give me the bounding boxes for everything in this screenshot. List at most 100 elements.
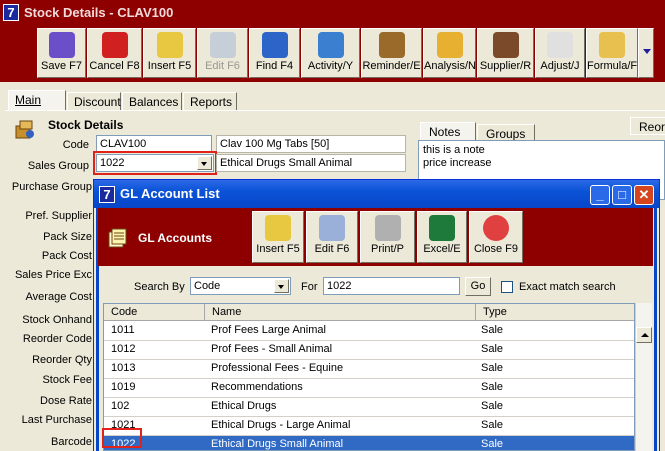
insert-f5-button[interactable]: Insert F5 xyxy=(143,28,196,78)
column-header-code[interactable]: Code xyxy=(104,304,205,321)
table-row[interactable]: 1013 Professional Fees - Equine Sale xyxy=(104,360,634,379)
search-by-label: Search By xyxy=(134,281,185,293)
tab-label: Reports xyxy=(190,95,233,109)
close-icon: ✕ xyxy=(638,187,650,202)
search-by-select[interactable]: Code xyxy=(190,277,291,295)
cell-code: 102 xyxy=(111,400,130,412)
search-input[interactable]: 1022 xyxy=(323,277,460,295)
sales-group-desc: Ethical Drugs Small Animal xyxy=(216,154,406,172)
formula-f-button[interactable]: Formula/F xyxy=(586,28,638,78)
save-icon xyxy=(48,32,75,58)
dialog-title-bar[interactable]: 7 GL Account List _ □ ✕ xyxy=(94,180,659,208)
close-button[interactable]: ✕ xyxy=(634,185,654,205)
code-label: Code xyxy=(62,139,89,151)
toolbar-button-label: Save F7 xyxy=(41,60,82,72)
supplier-r-button[interactable]: Supplier/R xyxy=(477,28,534,78)
field-label: Pack Size xyxy=(43,231,92,243)
main-title-bar: 7 Stock Details - CLAV100 xyxy=(0,0,665,26)
cell-type: Sale xyxy=(481,343,504,355)
toolbar-button-label: Edit F6 xyxy=(314,243,350,255)
tab-reorder[interactable]: Reord xyxy=(630,117,665,135)
printer-icon xyxy=(374,215,401,241)
tab-label: Main xyxy=(15,93,42,107)
adjust-icon xyxy=(547,32,573,58)
exact-match-checkbox[interactable] xyxy=(501,281,513,293)
field-label: Sales Price Exc xyxy=(14,269,92,281)
tab-balances[interactable]: Balances xyxy=(122,92,182,110)
cell-name: Ethical Drugs Small Animal xyxy=(211,438,344,450)
toolbar-divider xyxy=(0,82,665,90)
field-label: Average Cost xyxy=(25,291,92,303)
insert-icon xyxy=(265,215,291,241)
toolbar-button-label: Adjust/J xyxy=(540,60,580,72)
dialog-toolbar: GL Accounts Insert F5 Edit F6 Print/P Excel… xyxy=(98,208,653,266)
toolbar-button-label: Reminder/E xyxy=(362,60,421,72)
go-button[interactable]: Go xyxy=(465,277,491,296)
reminder-e-button[interactable]: Reminder/E xyxy=(361,28,422,78)
tab-reports[interactable]: Reports xyxy=(183,92,237,110)
field-label: Pack Cost xyxy=(41,250,92,262)
toolbar-button-label: Print/P xyxy=(370,243,404,255)
cell-code: 1013 xyxy=(111,362,136,374)
edit-icon xyxy=(319,215,345,241)
selected-code-highlight xyxy=(102,428,142,448)
cell-name: Prof Fees Large Animal xyxy=(211,324,326,336)
table-scrollbar[interactable] xyxy=(635,303,652,451)
table-header: Code Name Type xyxy=(104,304,634,321)
cell-type: Sale xyxy=(481,362,504,374)
table-row[interactable]: 1011 Prof Fees Large Animal Sale xyxy=(104,322,634,341)
maximize-button[interactable]: □ xyxy=(612,185,632,205)
cell-name: Prof Fees - Small Animal xyxy=(211,343,333,355)
cancel-icon xyxy=(101,32,128,58)
column-header-name[interactable]: Name xyxy=(205,304,476,321)
find-icon xyxy=(261,32,288,58)
save-f7-button[interactable]: Save F7 xyxy=(37,28,86,78)
chevron-down-icon[interactable] xyxy=(274,279,289,293)
minimize-button[interactable]: _ xyxy=(590,185,610,205)
cell-name: Recommendations xyxy=(211,381,303,393)
purchase-group-label: Purchase Group xyxy=(11,181,92,193)
toolbar-scroll-button[interactable] xyxy=(638,28,654,78)
app-icon: 7 xyxy=(3,4,19,21)
dialog-header: GL Accounts xyxy=(138,231,213,245)
table-row[interactable]: 1012 Prof Fees - Small Animal Sale xyxy=(104,341,634,360)
exact-match-label: Exact match search xyxy=(519,281,616,293)
maximize-icon: □ xyxy=(618,187,626,202)
tab-notes[interactable]: Notes xyxy=(420,122,476,141)
for-label: For xyxy=(301,281,318,293)
reminder-icon xyxy=(378,32,405,58)
table-row[interactable]: 1019 Recommendations Sale xyxy=(104,379,634,398)
cell-name: Ethical Drugs xyxy=(211,400,277,412)
column-header-type[interactable]: Type xyxy=(476,304,634,321)
tab-main[interactable]: Main xyxy=(8,90,66,111)
edit-f6-button[interactable]: Edit F6 xyxy=(197,28,248,78)
dialog-insert-f5-button[interactable]: Insert F5 xyxy=(252,211,304,263)
tab-groups[interactable]: Groups xyxy=(477,124,535,141)
field-label: Dose Rate xyxy=(40,395,92,407)
dialog-edit-f6-button[interactable]: Edit F6 xyxy=(306,211,358,263)
cell-name: Professional Fees - Equine xyxy=(211,362,344,374)
cancel-f8-button[interactable]: Cancel F8 xyxy=(87,28,142,78)
field-label: Pref. Supplier xyxy=(25,210,92,222)
field-label: Reorder Code xyxy=(22,333,92,345)
table-row[interactable]: 1022 Ethical Drugs Small Animal Sale xyxy=(104,436,634,450)
tab-label: Discount xyxy=(74,95,121,109)
formula-icon xyxy=(599,32,625,58)
field-label: Barcode xyxy=(51,436,92,448)
description-field[interactable]: Clav 100 Mg Tabs [50] xyxy=(216,135,406,153)
find-f4-button[interactable]: Find F4 xyxy=(249,28,300,78)
activity-y-button[interactable]: Activity/Y xyxy=(301,28,360,78)
note-line: price increase xyxy=(423,157,492,169)
search-by-value: Code xyxy=(194,280,221,292)
table-row[interactable]: 102 Ethical Drugs Sale xyxy=(104,398,634,417)
table-row[interactable]: 1021 Ethical Drugs - Large Animal Sale xyxy=(104,417,634,436)
activity-icon xyxy=(317,32,344,58)
toolbar-button-label: Close F9 xyxy=(473,243,519,255)
tab-discount[interactable]: Discount xyxy=(67,92,121,110)
dialog-print-p-button[interactable]: Print/P xyxy=(360,211,415,263)
dialog-excel-e-button[interactable]: Excel/E xyxy=(417,211,467,263)
dialog-close-f9-button[interactable]: Close F9 xyxy=(469,211,523,263)
scroll-up-icon[interactable] xyxy=(636,327,652,343)
adjust-j-button[interactable]: Adjust/J xyxy=(535,28,585,78)
analysis-n-button[interactable]: Analysis/N xyxy=(423,28,476,78)
